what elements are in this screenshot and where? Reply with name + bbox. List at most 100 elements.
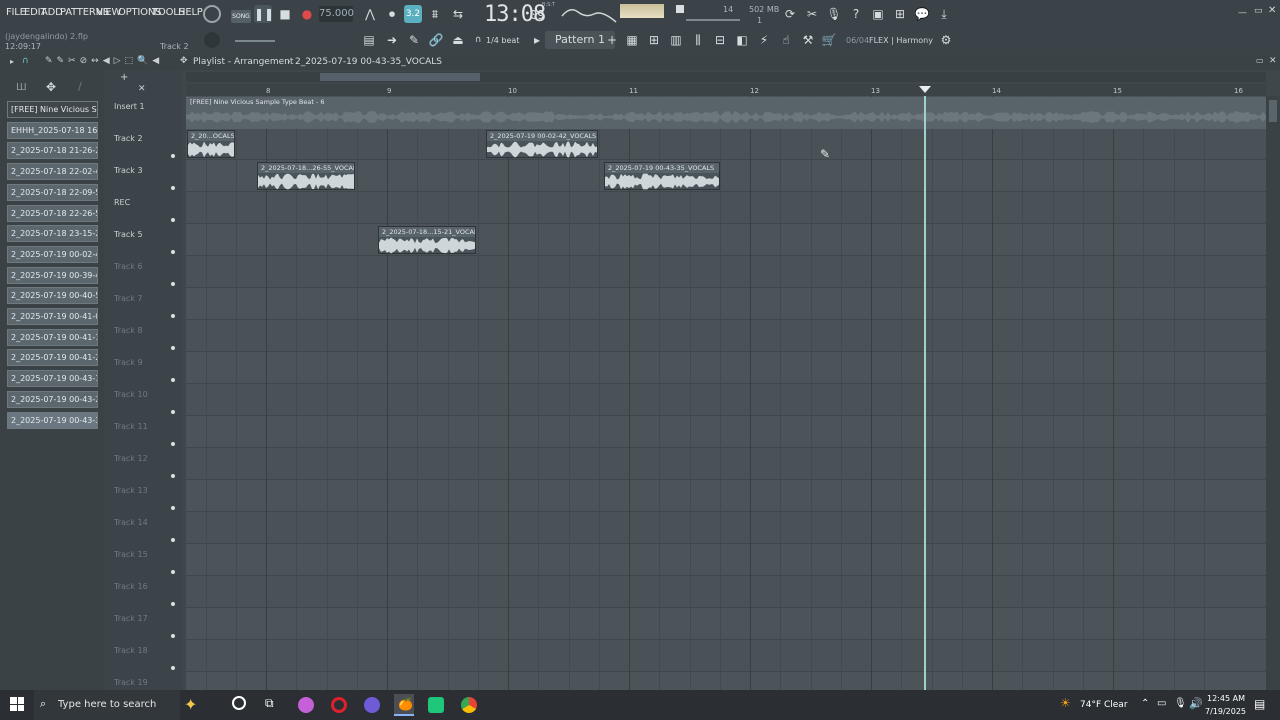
timeline-scrollbar[interactable]: [186, 72, 1266, 82]
picker-item[interactable]: 2_2025-07-19 00-41-03...: [7, 308, 98, 325]
track-name[interactable]: REC: [114, 198, 130, 207]
tool-icon[interactable]: ⚒: [799, 31, 817, 49]
minimize-window-icon[interactable]: —: [1238, 8, 1247, 18]
clip-vocal-2[interactable]: 2_2025-07-19 00-02-42_VOCALS: [486, 130, 598, 158]
track-mute-dot[interactable]: [171, 314, 175, 318]
track-lane[interactable]: [186, 608, 1266, 640]
track-name[interactable]: Track 7: [114, 294, 143, 303]
track-mute-dot[interactable]: [171, 250, 175, 254]
track-mute-dot[interactable]: [171, 154, 175, 158]
picker-item[interactable]: 2_2025-07-19 00-40-52...: [7, 287, 98, 305]
track-mute-dot[interactable]: [171, 186, 175, 190]
track-lane[interactable]: [186, 512, 1266, 544]
picker-item[interactable]: 2_2025-07-19 00-39-41...: [7, 266, 98, 284]
playlist-minimize-icon[interactable]: ▭: [1256, 56, 1264, 65]
magnet-snap-icon[interactable]: ∩: [22, 56, 29, 66]
picker-pattern-icon[interactable]: Ш: [16, 82, 27, 93]
record-icon[interactable]: ●: [298, 5, 316, 23]
playlist-tools[interactable]: ✎✎✂⊘↔◀▷⬚🔍◀: [45, 56, 171, 68]
maximize-window-icon[interactable]: ▭: [1254, 6, 1263, 16]
help-icon[interactable]: ?: [847, 5, 865, 23]
picker-item[interactable]: EHHH_2025-07-18 16-18...: [7, 121, 98, 139]
playlist-icon[interactable]: ▦: [623, 31, 641, 49]
taskbar-time[interactable]: 12:45 AM: [1207, 694, 1245, 703]
track-name[interactable]: Track 12: [114, 454, 148, 463]
windows-start-icon[interactable]: [10, 697, 24, 711]
track-mute-dot[interactable]: [171, 538, 175, 542]
song-mode-button[interactable]: SONG: [231, 10, 251, 23]
stop-icon[interactable]: ■: [276, 5, 294, 23]
picker-item[interactable]: 2_2025-07-18 22-02-44...: [7, 163, 98, 181]
picker-move-icon[interactable]: ✥: [46, 80, 56, 94]
timeline-scroll-thumb[interactable]: [320, 73, 480, 81]
track-mute-dot[interactable]: [171, 442, 175, 446]
stamp-icon[interactable]: ⏏: [449, 31, 467, 49]
track-name[interactable]: Track 16: [114, 582, 148, 591]
track-lane[interactable]: [186, 224, 1266, 256]
link-icon[interactable]: 🔗: [427, 31, 445, 49]
plugin-news[interactable]: FLEX | Harmony: [869, 36, 933, 45]
delete-track-icon[interactable]: ✕: [138, 84, 146, 94]
add-pattern-icon[interactable]: +: [603, 31, 621, 49]
track-lane[interactable]: [186, 448, 1266, 480]
opera-icon[interactable]: [331, 697, 347, 713]
fl-studio-icon[interactable]: 🍊: [394, 694, 414, 716]
app-icon[interactable]: [364, 697, 380, 713]
piano-roll-window-icon[interactable]: ▥: [667, 31, 685, 49]
track-lane[interactable]: [186, 640, 1266, 672]
clip-vocal-5[interactable]: 2_2025-07-18...15-21_VOCALS: [378, 226, 476, 254]
picker-audio-icon[interactable]: ∕: [78, 80, 82, 93]
chat-icon[interactable]: 💬: [913, 5, 931, 23]
track-name[interactable]: Track 13: [114, 486, 148, 495]
track-mute-dot[interactable]: [171, 602, 175, 606]
cortana-icon[interactable]: [232, 696, 246, 710]
picker-item[interactable]: 2_2025-07-18 22-09-52...: [7, 183, 98, 201]
track-name[interactable]: Track 3: [114, 166, 143, 175]
track-mute-dot[interactable]: [171, 218, 175, 222]
volume-icon[interactable]: 🔊: [1189, 697, 1203, 710]
clip-vocal-3[interactable]: 2_2025-07-18...26-55_VOCALS: [257, 162, 355, 190]
playlist-menu-arrow-icon[interactable]: ▸: [10, 57, 14, 66]
microphone-icon[interactable]: 🎙: [825, 5, 843, 23]
track-name[interactable]: Track 14: [114, 518, 148, 527]
vertical-scrollbar[interactable]: [1266, 96, 1280, 690]
chrome-icon[interactable]: [461, 697, 477, 713]
taskbar-date[interactable]: 7/19/2025: [1205, 707, 1246, 716]
notifications-icon[interactable]: ▤: [1254, 697, 1265, 711]
magnet-icon[interactable]: ∩: [469, 31, 487, 49]
loop-record-icon[interactable]: [203, 5, 221, 23]
track-mute-dot[interactable]: [171, 282, 175, 286]
track-name[interactable]: Track 11: [114, 422, 148, 431]
track-name[interactable]: Track 18: [114, 646, 148, 655]
track-lane[interactable]: [186, 480, 1266, 512]
green-app-icon[interactable]: [428, 697, 444, 713]
track-lane[interactable]: [186, 672, 1266, 690]
beat-clip[interactable]: [FREE] Nine Vicious Sample Type Beat - 6: [186, 97, 1266, 129]
picker-item[interactable]: [FREE] Nine Vicious Samp...: [7, 101, 98, 118]
track-mute-dot[interactable]: [171, 378, 175, 382]
picker-item[interactable]: 2_2025-07-19 00-43-35...: [7, 411, 98, 429]
piano-roll-icon[interactable]: ▤: [360, 31, 378, 49]
picker-item[interactable]: 2_2025-07-19 00-41-25...: [7, 349, 98, 367]
plugin-picker-icon[interactable]: ◧: [733, 31, 751, 49]
track-lane[interactable]: [186, 128, 1266, 160]
blend-notes-icon[interactable]: ⇆: [449, 5, 467, 23]
timeline-ruler[interactable]: 8 9 10 11 12 13 14 15 16: [186, 84, 1266, 96]
track-lane[interactable]: [186, 256, 1266, 288]
close-window-icon[interactable]: ✕: [1268, 5, 1276, 16]
picker-item[interactable]: 2_2025-07-19 00-43-23...: [7, 390, 98, 408]
download-icon[interactable]: ⤓: [935, 5, 953, 23]
track-lane[interactable]: [186, 352, 1266, 384]
picker-item[interactable]: 2_2025-07-19 00-43-10...: [7, 370, 98, 388]
track-lane[interactable]: [186, 576, 1266, 608]
track-name[interactable]: Track 9: [114, 358, 143, 367]
touch-icon[interactable]: ☝: [777, 31, 795, 49]
track-name[interactable]: Track 2: [114, 134, 143, 143]
track-mute-dot[interactable]: [171, 634, 175, 638]
step-edit-icon[interactable]: ⩩: [426, 5, 444, 23]
add-track-icon[interactable]: +: [120, 72, 128, 83]
track-name[interactable]: Track 5: [114, 230, 143, 239]
tempo-display[interactable]: 75.000: [319, 6, 354, 22]
wait-record-icon[interactable]: ⏺: [383, 5, 401, 23]
track-name[interactable]: Track 15: [114, 550, 148, 559]
